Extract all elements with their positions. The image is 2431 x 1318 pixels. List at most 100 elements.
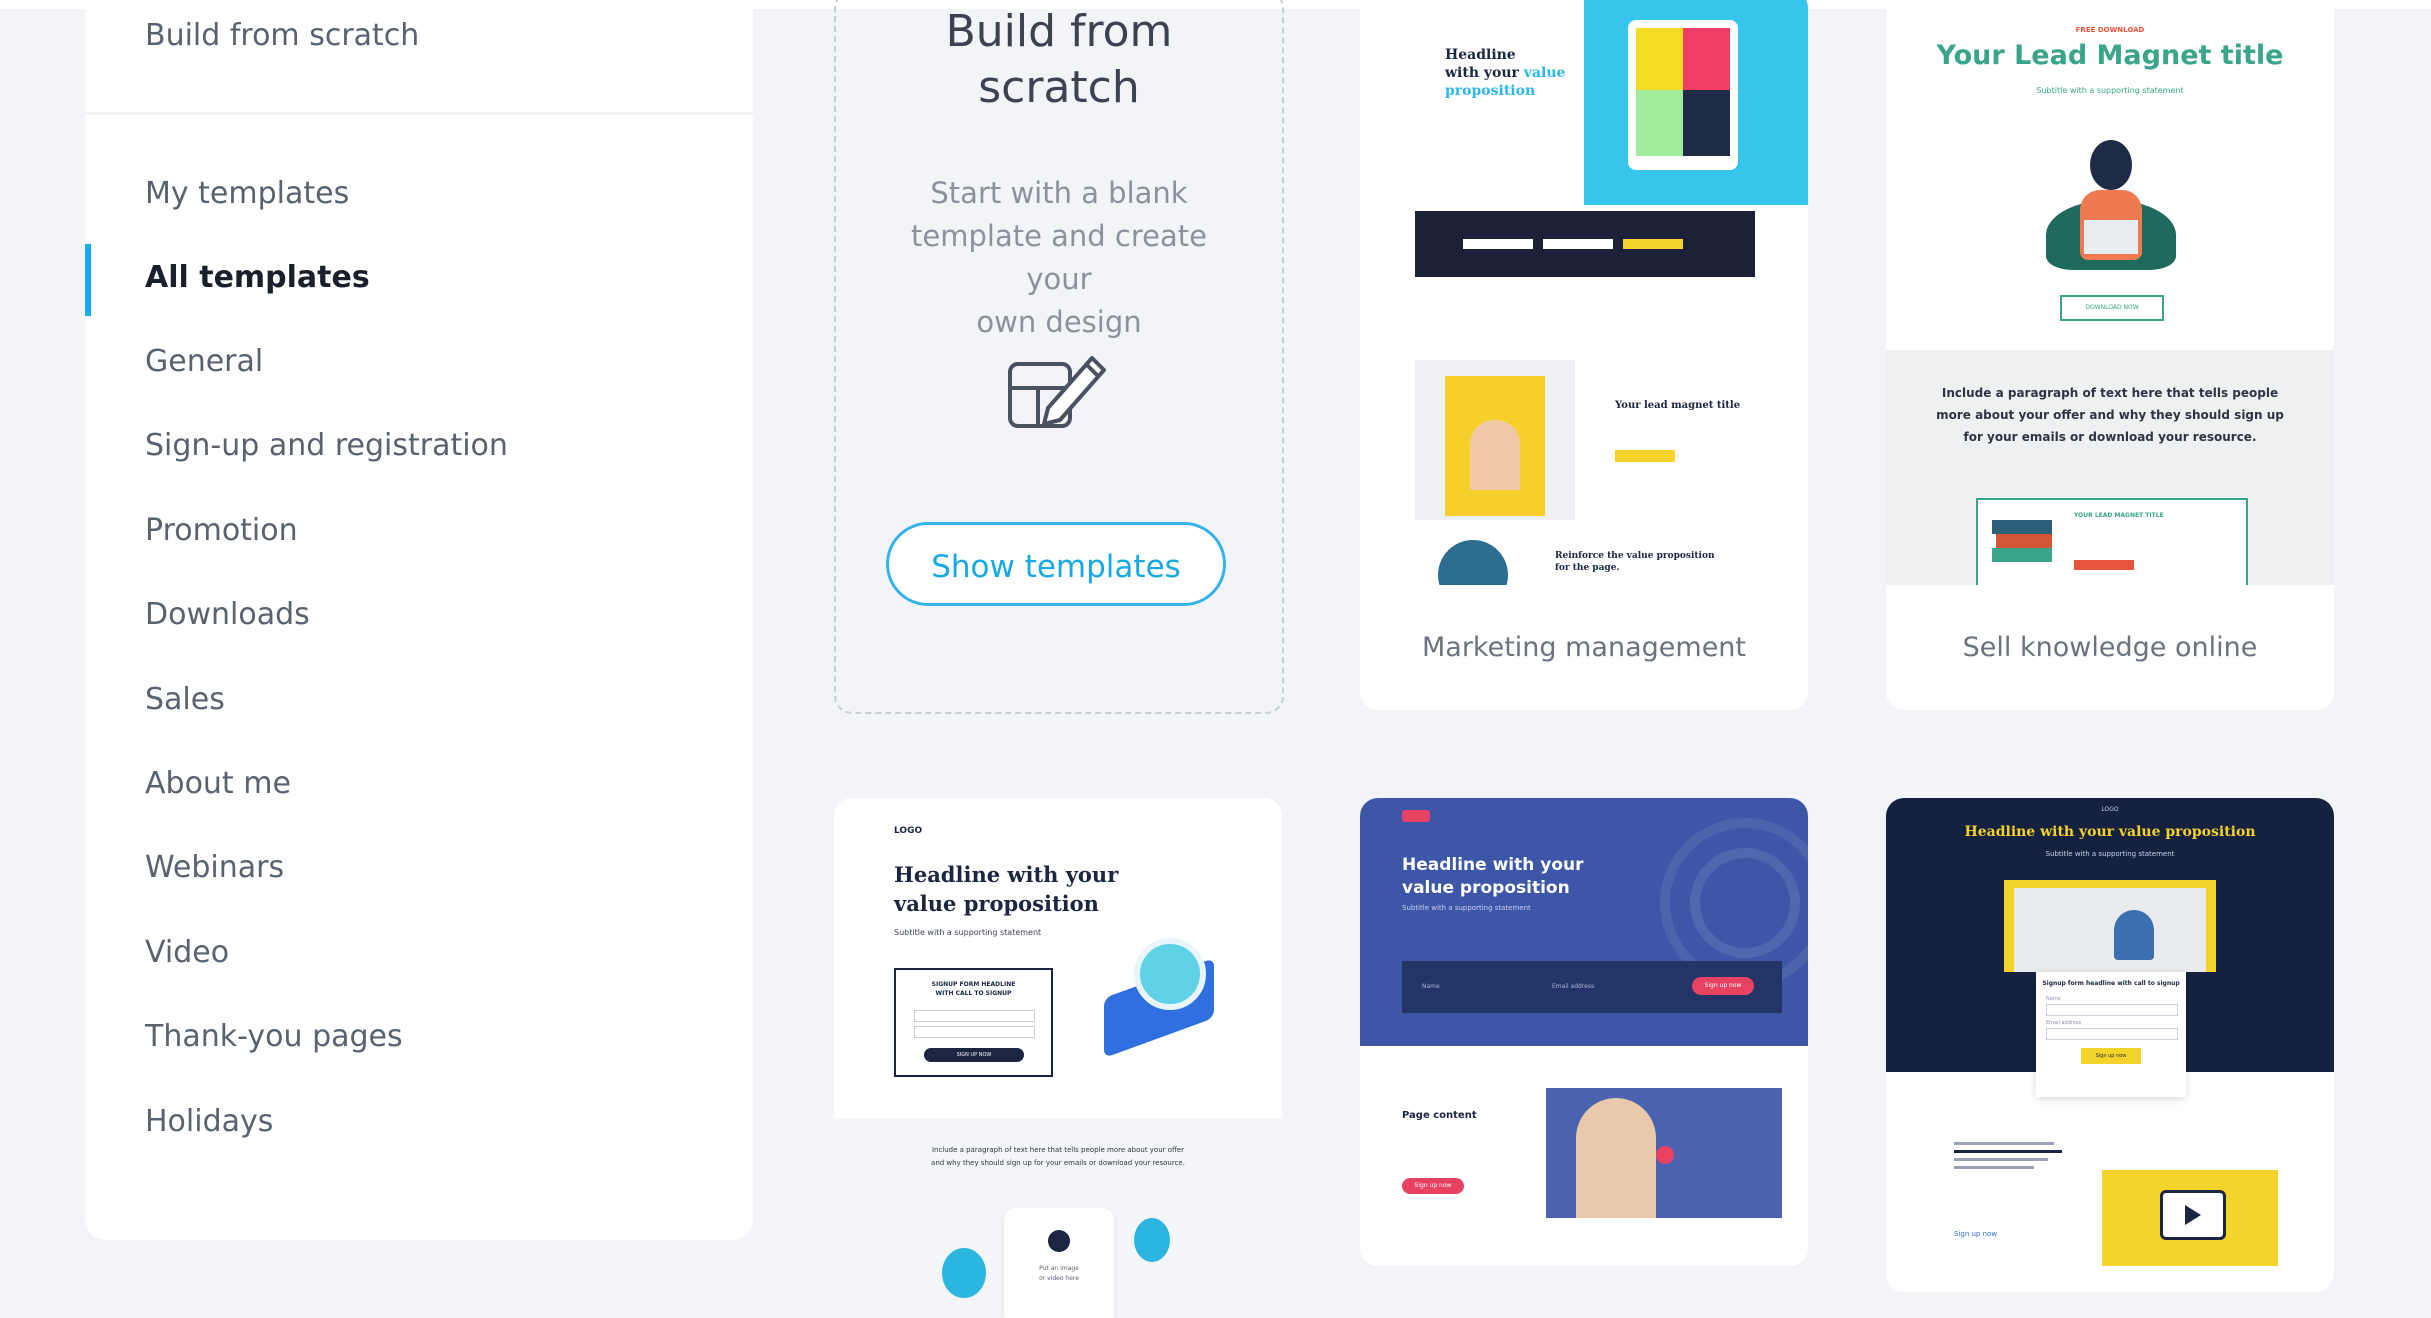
template-preview: Headline with your value proposition Sub… — [1360, 798, 1808, 1266]
blank-card-description: Start with a blank template and create y… — [876, 172, 1242, 344]
template-caption: Sell knowledge online — [1886, 585, 2334, 710]
illustration-person — [2036, 130, 2186, 280]
template-card-target[interactable]: Headline with your value proposition Sub… — [1360, 798, 1808, 1266]
play-icon — [2160, 1190, 2226, 1240]
sidebar-item-promotion[interactable]: Promotion — [145, 513, 298, 548]
kicker-text: FREE DOWNLOAD — [2075, 26, 2145, 34]
form-title-line: SIGNUP FORM HEADLINE — [931, 981, 1016, 988]
headline-line: value — [1523, 65, 1566, 81]
blank-card-title: Build from scratch — [836, 4, 1282, 116]
sidebar-item-video[interactable]: Video — [145, 935, 229, 970]
template-headline: Headline with your value proposition — [1402, 854, 1584, 900]
sidebar-item-thank-you[interactable]: Thank-you pages — [145, 1019, 403, 1054]
content-button-label: Sign up now — [1414, 1182, 1452, 1189]
paragraph-line: and why they should sign up for your ema… — [931, 1159, 1185, 1167]
field-email: Email address — [1552, 983, 1595, 990]
form-title-line: WITH CALL TO SIGNUP — [935, 990, 1012, 997]
reinforce-line: Reinforce the value proposition — [1555, 551, 1715, 561]
paragraph-line: for your emails or download your resourc… — [1963, 430, 2257, 444]
paragraph-section: Include a paragraph of text here that te… — [1886, 350, 2334, 585]
sidebar-item-build-from-scratch[interactable]: Build from scratch — [145, 18, 419, 53]
template-logo: LOGO — [894, 826, 923, 836]
sidebar-item-about-me[interactable]: About me — [145, 766, 291, 801]
blank-card-title-line: Build from — [945, 6, 1173, 57]
video-thumbnail — [2102, 1170, 2278, 1266]
paragraph-section: Include a paragraph of text here that te… — [834, 1118, 1282, 1318]
box-title: YOUR LEAD MAGNET TITLE — [2074, 512, 2164, 519]
reinforce-text: Reinforce the value proposition for the … — [1555, 550, 1715, 574]
signup-button-label: Sign up now — [2095, 1053, 2127, 1059]
template-preview: FREE DOWNLOAD Your Lead Magnet title Sub… — [1886, 0, 2334, 585]
template-logo-mark — [1402, 810, 1430, 822]
field-name: Name — [1422, 983, 1440, 990]
blank-card-desc-line: own design — [976, 305, 1142, 339]
megaphone-illustration — [1094, 918, 1224, 1059]
sidebar-item-holidays[interactable]: Holidays — [145, 1104, 273, 1139]
sidebar-item-all-templates[interactable]: All templates — [145, 260, 370, 295]
template-subtitle: Subtitle with a supporting statement — [2036, 86, 2184, 95]
template-headline: Headline with your value proposition — [1445, 46, 1565, 100]
form-title: Signup form headline with call to signup — [2042, 980, 2180, 987]
reinforce-line: for the page. — [1555, 563, 1620, 573]
blank-card-desc-line: Start with a blank — [930, 176, 1188, 210]
headline-line: with your — [1445, 65, 1519, 81]
magnet-title: Your lead magnet title — [1615, 400, 1741, 411]
show-templates-button[interactable]: Show templates — [886, 522, 1226, 606]
signup-bar: Name Email address Sign up now — [1402, 961, 1782, 1013]
headline-line: Headline with your — [894, 862, 1119, 887]
sidebar-item-general[interactable]: General — [145, 344, 263, 379]
sidebar-item-my-templates[interactable]: My templates — [145, 176, 349, 211]
sidebar: Build from scratch My templates All temp… — [85, 0, 753, 1240]
signup-link: Sign up now — [1954, 1230, 1998, 1238]
build-from-scratch-card[interactable]: Build from scratch Start with a blank te… — [834, 0, 1284, 714]
headline-line: Headline with your — [1402, 855, 1584, 875]
headline-line: value proposition — [1402, 878, 1570, 898]
template-card-knowledge[interactable]: FREE DOWNLOAD Your Lead Magnet title Sub… — [1886, 0, 2334, 710]
hero-section: Headline with your value proposition Sub… — [1360, 798, 1808, 1046]
media-text: Put an image or video here — [1004, 1264, 1114, 1284]
active-indicator — [85, 244, 91, 316]
paragraph-line: more about your offer and why they shoul… — [1936, 408, 2284, 422]
edit-template-icon — [1008, 356, 1106, 428]
decorative-circle — [1438, 540, 1508, 585]
paragraph-line: Include a paragraph of text here that te… — [1941, 386, 2279, 400]
headline-line: value proposition — [894, 891, 1099, 916]
blank-card-desc-line: template and create your — [911, 219, 1207, 296]
sidebar-item-webinars[interactable]: Webinars — [145, 850, 284, 885]
template-card-video[interactable]: LOGO Headline with your value propositio… — [1886, 798, 2334, 1292]
template-headline: Headline with your value proposition — [1964, 824, 2256, 840]
form-button-label: SIGN UP NOW — [956, 1052, 992, 1058]
template-card-megaphone[interactable]: LOGO Headline with your value propositio… — [834, 798, 1282, 1318]
hero-image — [2004, 880, 2216, 972]
sidebar-item-downloads[interactable]: Downloads — [145, 597, 310, 632]
signup-form: SIGNUP FORM HEADLINE WITH CALL TO SIGNUP… — [894, 968, 1053, 1077]
template-caption: Marketing management — [1360, 585, 1808, 710]
sidebar-item-sales[interactable]: Sales — [145, 682, 225, 717]
template-title: Your Lead Magnet title — [1936, 40, 2284, 71]
paragraph-line: Include a paragraph of text here that te… — [931, 1146, 1185, 1154]
download-button-label: DOWNLOAD NOW — [2085, 304, 2139, 311]
sidebar-divider — [85, 112, 753, 115]
field-name-label: Name — [2046, 996, 2061, 1002]
sidebar-item-sign-up[interactable]: Sign-up and registration — [145, 428, 508, 463]
content-button: Sign up now — [1402, 1178, 1464, 1194]
paragraph-text: Include a paragraph of text here that te… — [1886, 382, 2334, 448]
template-preview: Headline with your value proposition You… — [1360, 0, 1808, 585]
template-card-marketing[interactable]: Headline with your value proposition You… — [1360, 0, 1808, 710]
blank-card-title-line: scratch — [978, 62, 1140, 113]
lead-magnet-box: YOUR LEAD MAGNET TITLE — [1976, 498, 2248, 585]
template-preview: LOGO Headline with your value propositio… — [834, 798, 1282, 1318]
headline-line: proposition — [1445, 83, 1536, 99]
template-subtitle: Subtitle with a supporting statement — [2045, 850, 2175, 858]
media-line: Put an image — [1039, 1265, 1079, 1272]
form-title: SIGNUP FORM HEADLINE WITH CALL TO SIGNUP — [896, 980, 1051, 998]
content-title: Page content — [1402, 1110, 1477, 1121]
media-line: or video here — [1039, 1275, 1079, 1282]
signup-button-label: Sign up now — [1704, 982, 1742, 989]
signup-band — [1415, 211, 1755, 277]
magnet-button — [1615, 450, 1675, 462]
template-headline: Headline with your value proposition — [894, 860, 1118, 918]
download-button: DOWNLOAD NOW — [2060, 295, 2164, 321]
video-thumbnail — [1546, 1088, 1782, 1218]
tablet-image — [1628, 20, 1738, 170]
